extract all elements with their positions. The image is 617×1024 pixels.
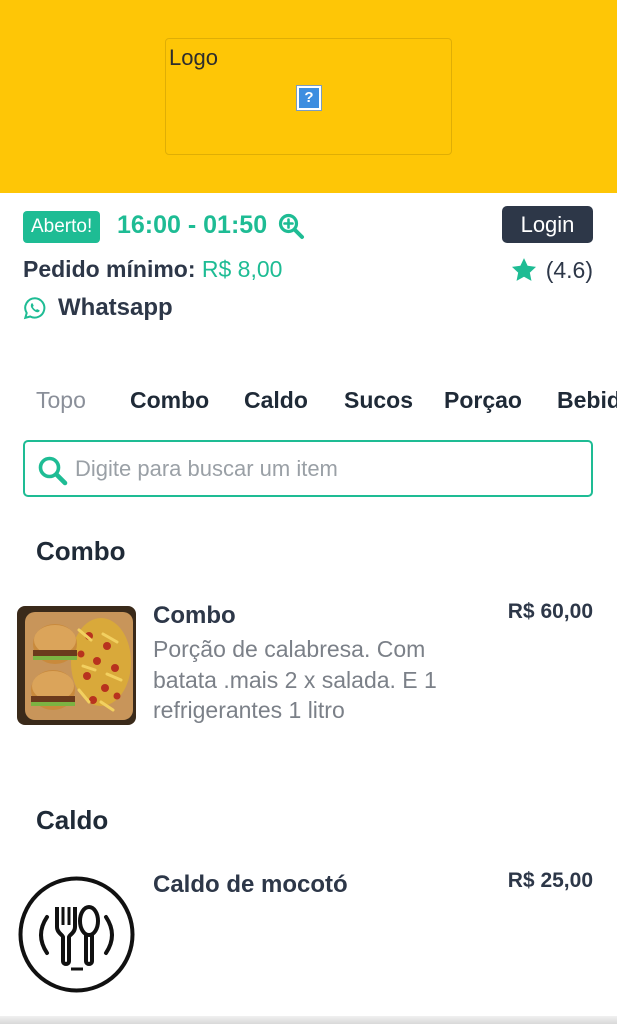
section-title-combo: Combo (36, 536, 126, 566)
store-rating[interactable]: (4.6) (510, 254, 593, 286)
search-input[interactable] (75, 450, 575, 488)
category-tabs: Topo Combo Caldo Sucos Porçao Bebidas (0, 378, 617, 422)
tab-sucos[interactable]: Sucos (344, 378, 413, 422)
search-icon (38, 456, 68, 486)
menu-item-combo[interactable]: Combo Porção de calabresa. Com batata .m… (0, 600, 617, 730)
logo-alt-text: Logo (169, 45, 218, 70)
fork-spoon-icon (17, 875, 136, 994)
item-name: Caldo de mocotó (153, 871, 348, 898)
tab-porcao[interactable]: Porçao (444, 378, 522, 422)
broken-image-icon: ? (296, 85, 322, 111)
whatsapp-icon (23, 297, 46, 320)
header-banner: Logo ? (0, 0, 617, 193)
item-name: Combo (153, 602, 236, 629)
menu-item-caldo-de-mocoto[interactable]: Caldo de mocotó R$ 25,00 (0, 869, 617, 999)
whatsapp-label: Whatsapp (58, 294, 173, 321)
tab-topo[interactable]: Topo (36, 378, 86, 422)
bottom-edge (0, 1016, 617, 1024)
whatsapp-link[interactable]: Whatsapp (23, 292, 173, 324)
search-box (23, 440, 593, 497)
food-photo (17, 606, 136, 725)
minimum-order-label: Pedido mínimo: (23, 256, 196, 282)
item-price: R$ 60,00 (507, 600, 593, 623)
logo-container: Logo ? (165, 38, 452, 155)
tab-bebidas[interactable]: Bebidas (557, 378, 617, 422)
zoom-in-icon[interactable] (277, 212, 305, 240)
rating-value: (4.6) (545, 257, 593, 283)
item-price: R$ 25,00 (507, 869, 593, 892)
tab-caldo[interactable]: Caldo (244, 378, 308, 422)
opening-hours: 16:00 - 01:50 (117, 211, 268, 239)
open-status-badge: Aberto! (23, 211, 101, 243)
minimum-order-value: R$ 8,00 (201, 256, 283, 282)
item-description: Porção de calabresa. Com batata .mais 2 … (153, 636, 437, 723)
minimum-order: Pedido mínimo: R$ 8,00 (23, 253, 282, 285)
section-title-caldo: Caldo (36, 805, 109, 835)
tab-combo[interactable]: Combo (130, 378, 209, 422)
star-icon (511, 258, 536, 281)
login-button[interactable]: Login (502, 206, 593, 243)
